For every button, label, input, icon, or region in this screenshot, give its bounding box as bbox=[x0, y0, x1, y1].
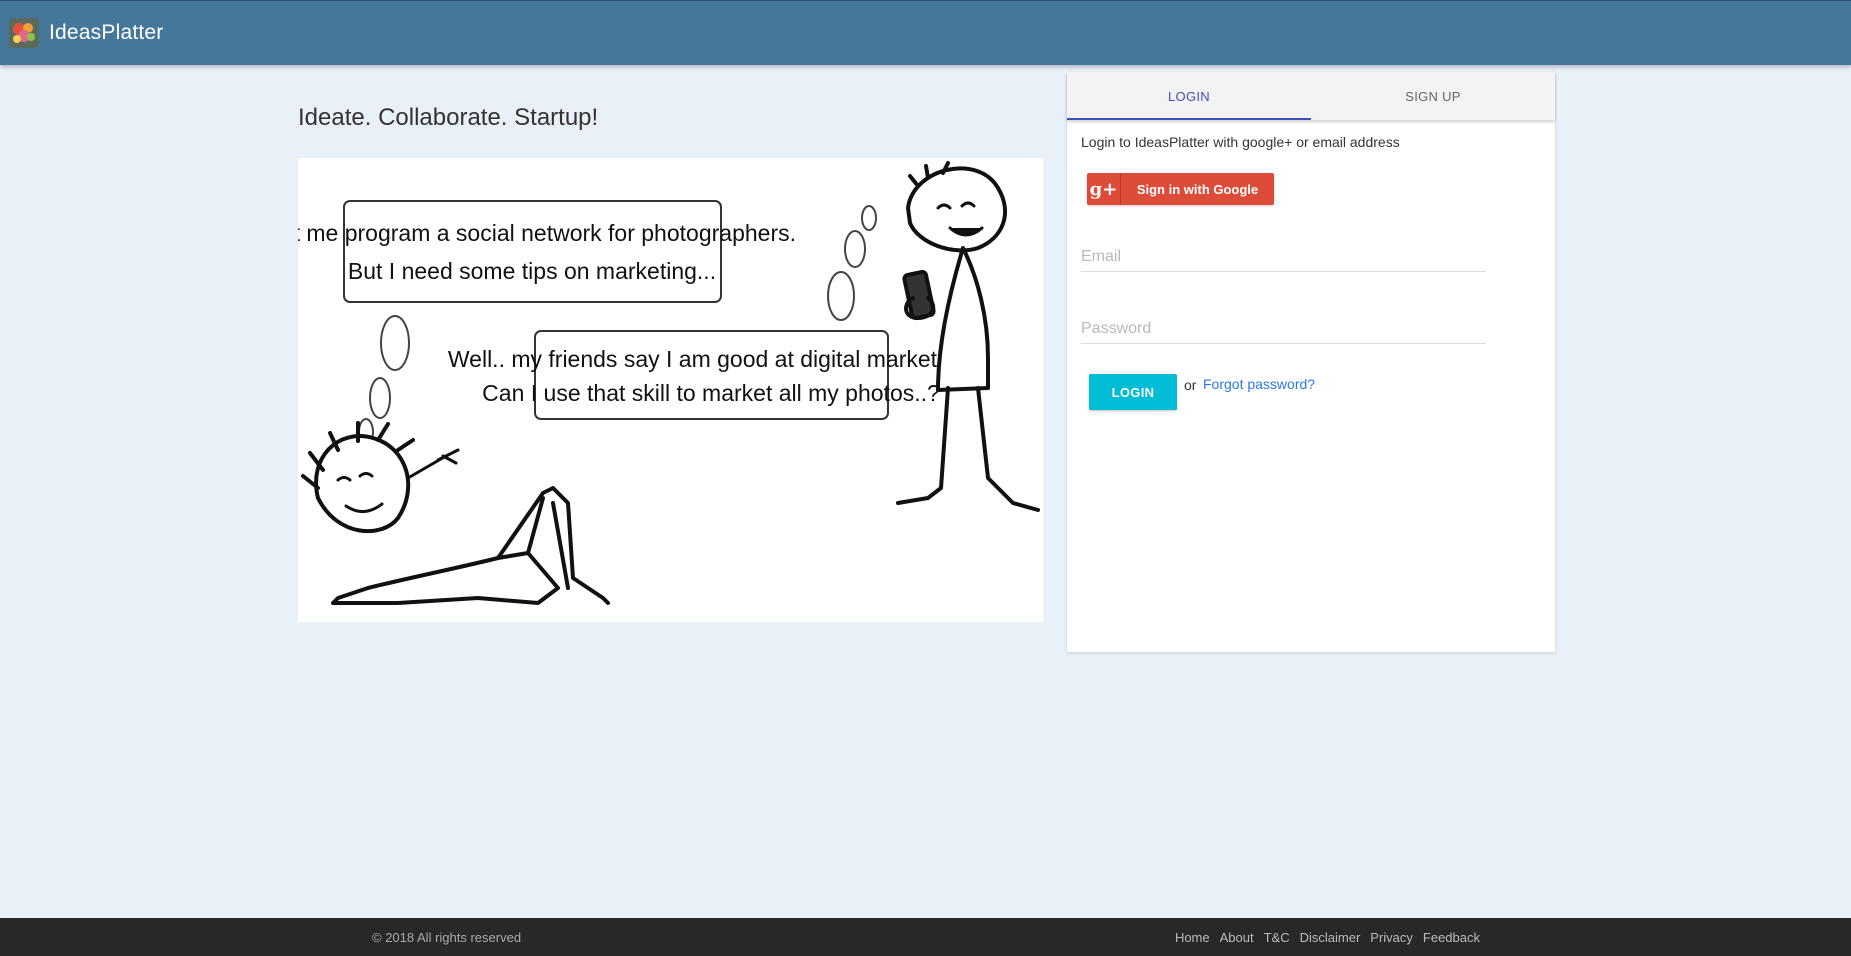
login-button[interactable]: LOGIN bbox=[1089, 374, 1177, 410]
thought-bubble-1 bbox=[343, 200, 722, 303]
forgot-password-link[interactable]: Forgot password? bbox=[1203, 376, 1315, 392]
password-input[interactable] bbox=[1081, 314, 1486, 343]
ideasplatter-logo-icon[interactable] bbox=[9, 18, 39, 48]
hero-illustration: Let me program a social network for phot… bbox=[298, 158, 1043, 622]
footer-link-feedback[interactable]: Feedback bbox=[1423, 930, 1480, 945]
login-intro-text: Login to IdeasPlatter with google+ or em… bbox=[1081, 134, 1400, 150]
lying-character bbox=[301, 421, 610, 605]
tab-sign-up[interactable]: SIGN UP bbox=[1311, 72, 1555, 120]
bubble-1-line-1: Let me program a social network for phot… bbox=[298, 220, 796, 246]
app-header: IdeasPlatter bbox=[0, 0, 1851, 65]
auth-card: LOGIN SIGN UP Login to IdeasPlatter with… bbox=[1067, 72, 1555, 652]
or-separator: or bbox=[1184, 377, 1197, 393]
footer-link-home[interactable]: Home bbox=[1175, 930, 1210, 945]
footer-link-about[interactable]: About bbox=[1220, 930, 1254, 945]
cartoon-illustration: Let me program a social network for phot… bbox=[298, 161, 1040, 605]
tab-login[interactable]: LOGIN bbox=[1067, 72, 1311, 120]
standing-character bbox=[896, 161, 1040, 512]
bubble-2-line-2: Can I use that skill to market all my ph… bbox=[482, 380, 940, 406]
password-field-wrapper bbox=[1081, 314, 1486, 344]
footer-link-privacy[interactable]: Privacy bbox=[1370, 930, 1413, 945]
footer-link-terms[interactable]: T&C bbox=[1264, 930, 1290, 945]
copyright-text: © 2018 All rights reserved bbox=[372, 930, 522, 945]
bubble-1-line-2: But I need some tips on marketing... bbox=[348, 258, 716, 284]
footer-link-disclaimer[interactable]: Disclaimer bbox=[1300, 930, 1361, 945]
bubble-2-line-1: Well.. my friends say I am good at digit… bbox=[448, 346, 974, 372]
google-sign-in-label: Sign in with Google bbox=[1136, 181, 1259, 197]
brand-name[interactable]: IdeasPlatter bbox=[49, 21, 163, 45]
page-tagline: Ideate. Collaborate. Startup! bbox=[298, 104, 599, 131]
google-sign-in-button[interactable]: g+ Sign in with Google bbox=[1087, 173, 1274, 205]
auth-tabs: LOGIN SIGN UP bbox=[1067, 72, 1555, 120]
footer-links: Home About T&C Disclaimer Privacy Feedba… bbox=[1175, 930, 1480, 945]
email-field-wrapper bbox=[1081, 242, 1486, 272]
google-plus-icon: g+ bbox=[1087, 173, 1121, 205]
email-input[interactable] bbox=[1081, 242, 1486, 271]
page-footer: © 2018 All rights reserved Home About T&… bbox=[0, 918, 1851, 956]
